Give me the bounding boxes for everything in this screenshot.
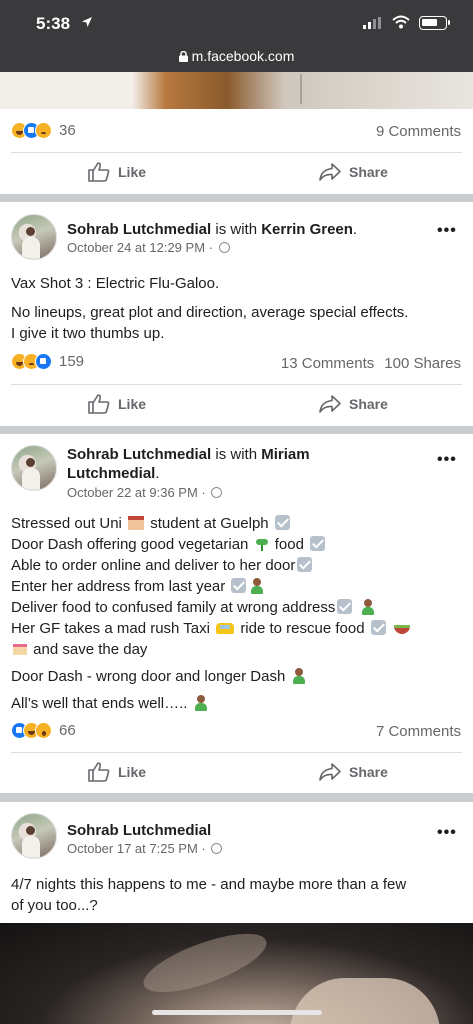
check-emoji-icon [274,515,290,530]
address-bar[interactable]: m.facebook.com [0,48,473,72]
url-text: m.facebook.com [191,48,295,64]
post-stats: 13 Comments 100 Shares [281,355,461,372]
post-card: Sohrab Lutchmedial is with Kerrin Green.… [0,202,473,426]
post-image[interactable] [0,923,473,1024]
globe-icon [218,242,230,253]
post-header: Sohrab Lutchmedial is with Miriam Lutchme… [67,446,310,482]
post-date[interactable]: October 24 at 12:29 PM [67,240,205,255]
thumbs-up-icon [88,394,110,414]
status-bar: 5:38 [0,0,473,48]
reaction-summary[interactable]: 66 [11,722,76,742]
avatar[interactable] [11,214,57,260]
author-name[interactable]: Sohrab Lutchmedial [67,446,211,463]
share-button[interactable]: Share [319,162,388,182]
reaction-count: 66 [59,722,76,740]
post-meta: October 24 at 12:29 PM · [67,240,230,255]
photo-detail [300,74,420,104]
reaction-count: 159 [59,353,85,371]
post-image[interactable] [0,72,473,109]
reaction-summary[interactable]: 159 [11,353,84,373]
avatar[interactable] [11,813,57,859]
avatar[interactable] [11,445,57,491]
share-arrow-icon [319,163,341,181]
facepalm-emoji-icon [361,599,375,615]
post-meta: October 17 at 7:25 PM · [67,841,223,856]
comments-link[interactable]: 7 Comments [376,723,461,740]
thumbs-up-icon [88,162,110,182]
more-options-button[interactable]: ••• [437,222,457,240]
share-arrow-icon [319,763,341,781]
facepalm-emoji-icon [194,695,208,711]
school-emoji-icon [128,516,145,530]
wow-reaction-icon [35,722,52,740]
like-reaction-icon [35,353,52,371]
comments-count[interactable]: 9 Comments [376,123,461,140]
home-indicator [152,1010,322,1015]
food-bowl-emoji-icon [393,625,410,634]
post-header: Sohrab Lutchmedial [67,821,427,840]
post-text: Vax Shot 3 : Electric Flu-Galoo. No line… [11,275,409,342]
tagged-name[interactable]: Lutchmedial [67,465,155,482]
post-meta: October 22 at 9:36 PM · [67,485,223,500]
tagged-name[interactable]: Miriam [261,446,309,463]
cake-emoji-icon [13,644,27,655]
post-text: Stressed out Uni student at Guelph Door … [11,513,466,714]
divider [11,752,462,753]
reaction-summary[interactable]: 36 [11,122,76,142]
share-arrow-icon [319,395,341,413]
share-button[interactable]: Share [319,762,388,782]
post-text: 4/7 nights this happens to me - and mayb… [11,876,407,914]
check-emoji-icon [310,536,326,551]
author-name[interactable]: Sohrab Lutchmedial [67,822,211,839]
comments-count[interactable]: 7 Comments [376,723,461,740]
like-button[interactable]: Like [88,762,146,782]
comments-link[interactable]: 13 Comments [281,355,374,372]
clock: 5:38 [36,14,71,33]
like-button[interactable]: Like [88,394,146,414]
post-header: Sohrab Lutchmedial is with Kerrin Green. [67,221,358,238]
post-card: 36 9 Comments Like Share [0,72,473,194]
author-name[interactable]: Sohrab Lutchmedial [67,221,211,238]
share-button[interactable]: Share [319,394,388,414]
post-date[interactable]: October 17 at 7:25 PM [67,841,198,856]
photo-detail [290,978,440,1024]
facepalm-emoji-icon [250,578,264,594]
sad-reaction-icon [35,122,52,140]
more-options-button[interactable]: ••• [437,451,457,469]
location-arrow-icon [82,17,92,27]
seedling-emoji-icon [255,537,269,551]
check-emoji-icon [337,599,353,614]
facepalm-emoji-icon [292,668,306,684]
globe-icon [211,487,223,498]
tagged-name[interactable]: Kerrin Green [261,221,353,238]
check-emoji-icon [370,620,386,635]
thumbs-up-icon [88,762,110,782]
check-emoji-icon [297,557,313,572]
divider [11,152,462,153]
lock-icon [178,51,188,62]
divider [11,384,462,385]
wifi-icon [392,15,410,29]
photo-detail [137,923,273,1005]
post-card: Sohrab Lutchmedial October 17 at 7:25 PM… [0,802,473,1024]
cellular-signal-icon [363,17,381,29]
taxi-emoji-icon [216,623,235,634]
post-date[interactable]: October 22 at 9:36 PM [67,485,198,500]
globe-icon [211,843,223,854]
reaction-count: 36 [59,122,76,140]
shares-link[interactable]: 100 Shares [384,355,461,372]
like-button[interactable]: Like [88,162,146,182]
more-options-button[interactable]: ••• [437,824,457,842]
check-emoji-icon [231,578,247,593]
battery-icon [419,16,450,30]
post-card: Sohrab Lutchmedial is with Miriam Lutchme… [0,434,473,793]
comments-link[interactable]: 9 Comments [376,123,461,140]
